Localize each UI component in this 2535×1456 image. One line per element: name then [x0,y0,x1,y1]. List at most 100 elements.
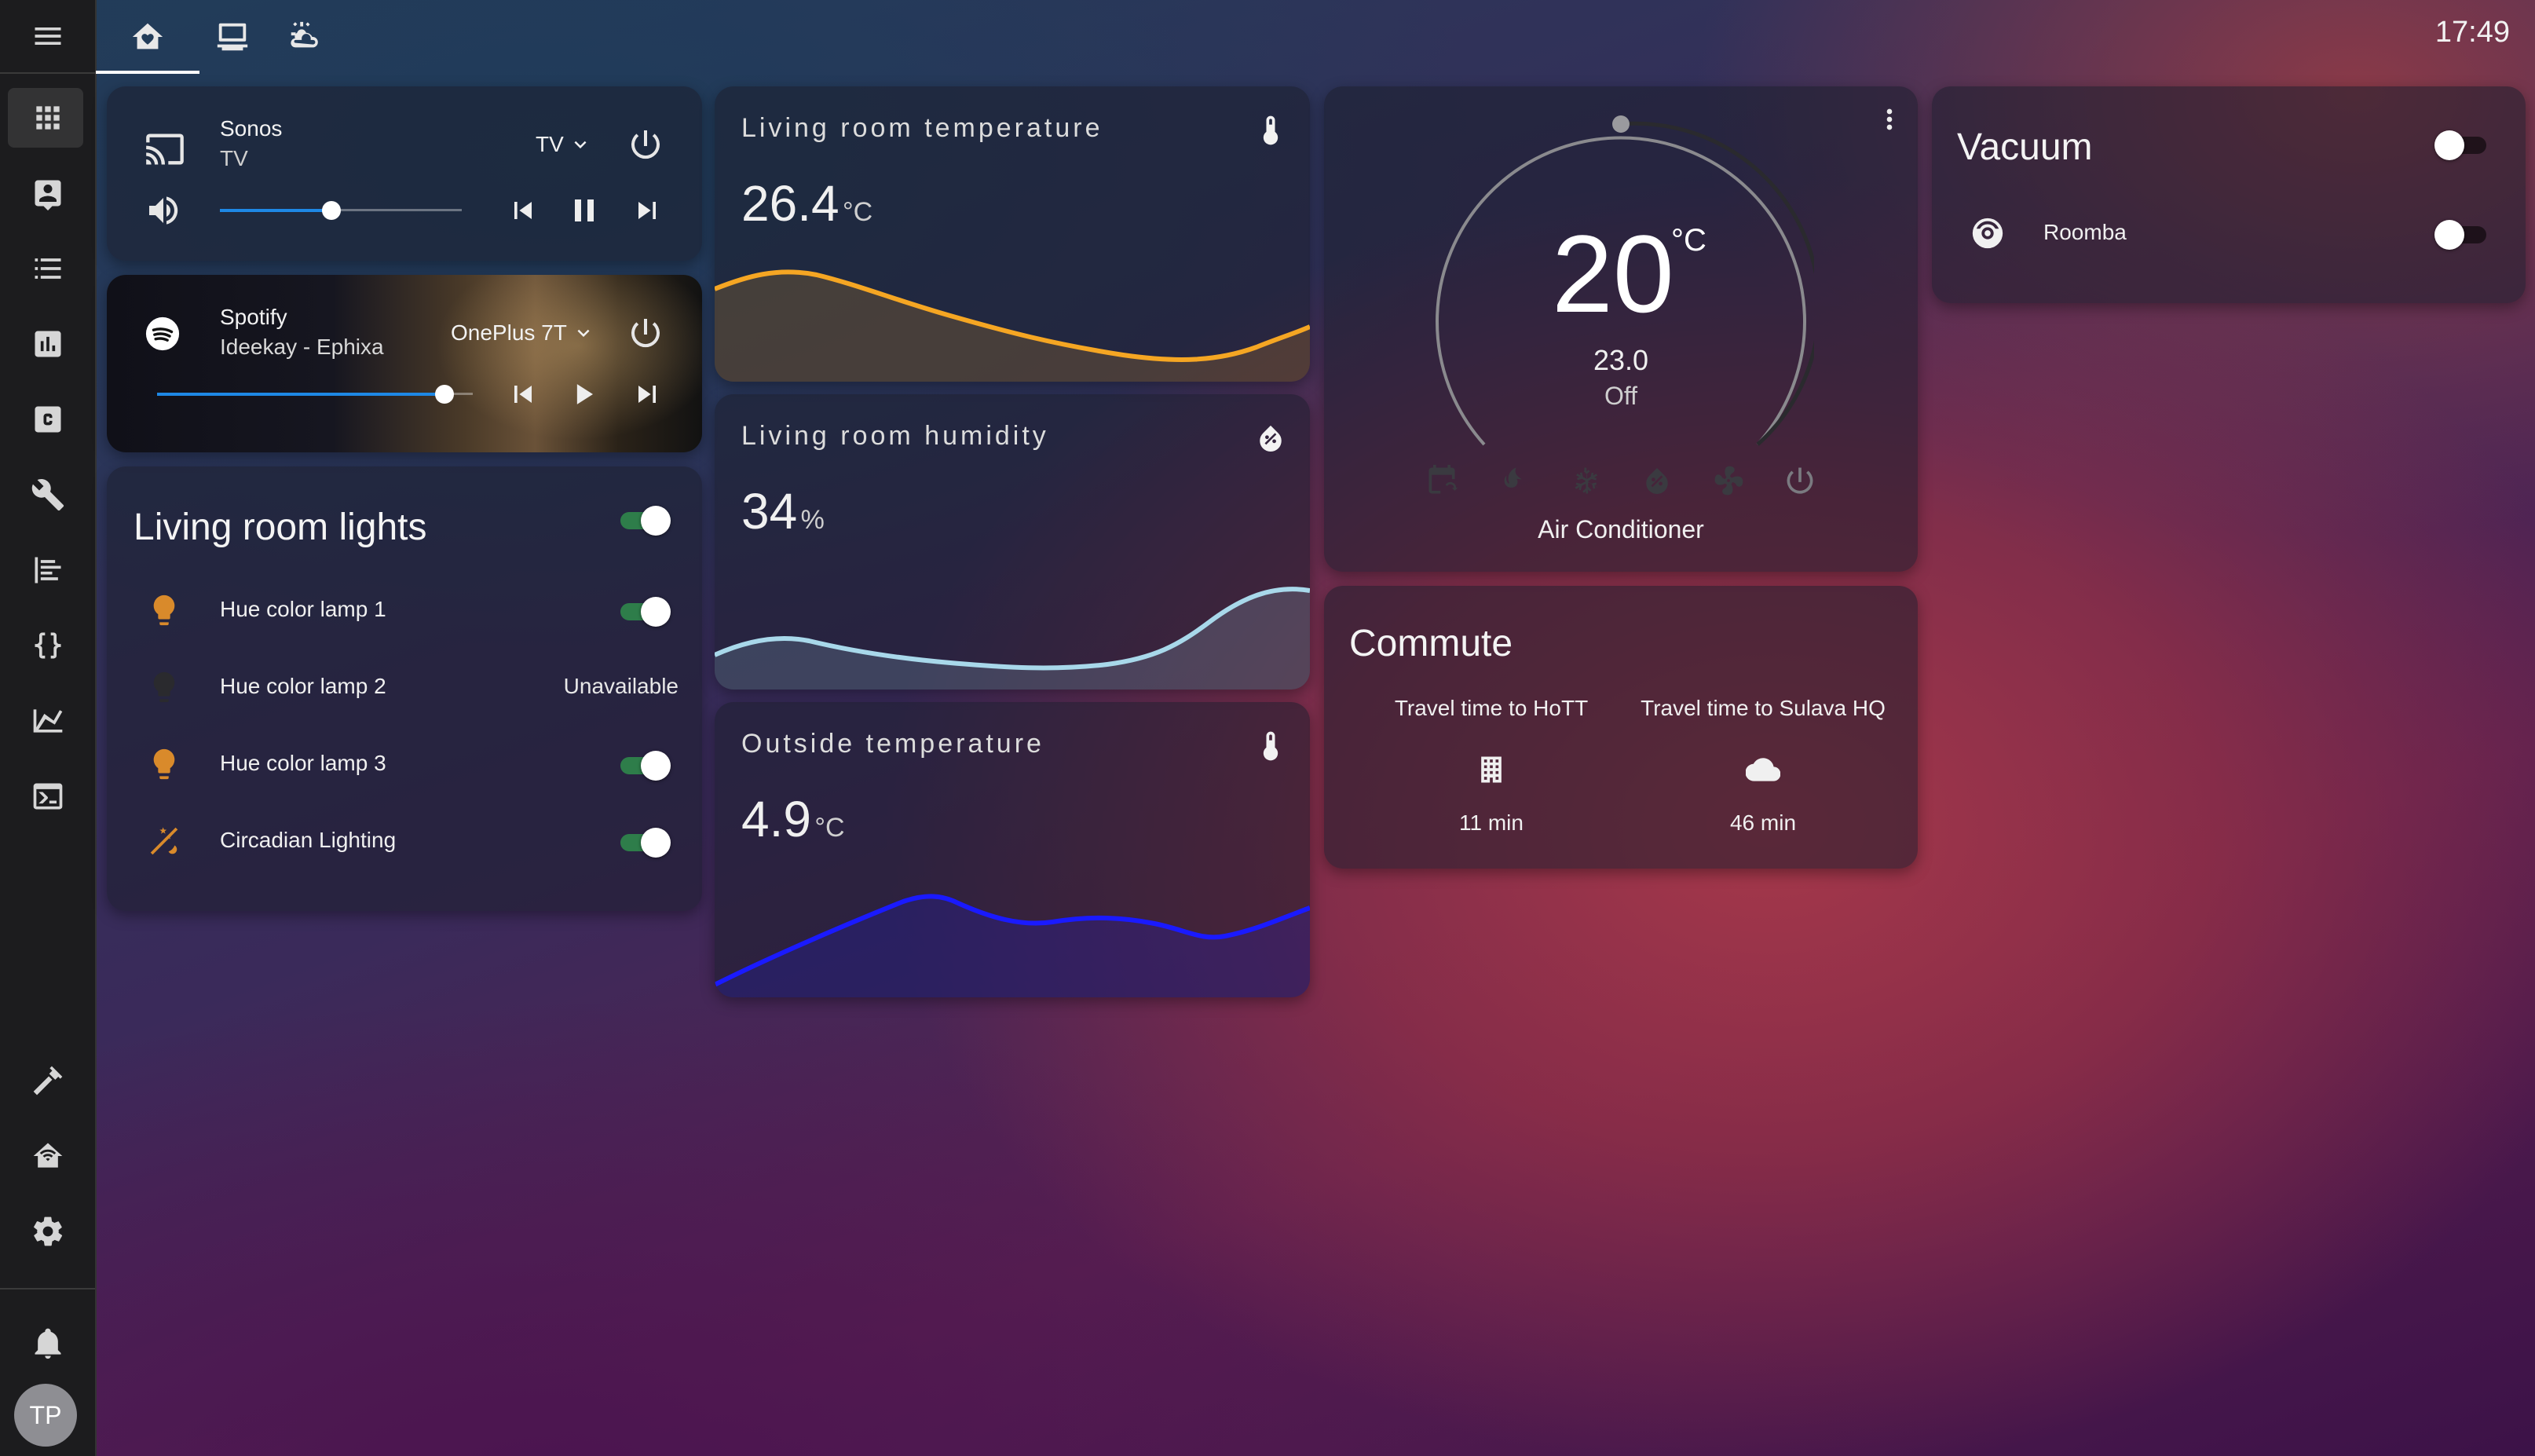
sidebar-divider [0,72,95,74]
pause-button[interactable] [565,192,603,229]
commute-item-sulava[interactable]: Travel time to Sulava HQ 46 min [1627,696,1899,837]
sidebar-item-hacs[interactable] [0,390,95,449]
entity-toggle[interactable] [617,821,674,861]
progress-slider[interactable] [157,385,473,404]
theme-light-dark-icon [146,823,182,859]
previous-track-button[interactable] [506,377,540,412]
commute-value: 11 min [1459,810,1524,835]
target-temperature-unit: °C [1671,223,1706,258]
dashboard-grid-icon [35,106,60,130]
media-title: Ideekay - Ephixa [220,335,384,359]
entity-name[interactable]: Hue color lamp 3 [220,751,386,776]
chevron-down-icon [577,329,590,337]
volume-slider[interactable] [220,201,462,220]
entity-state: Unavailable [563,674,679,698]
sidebar-item-statistics[interactable] [0,691,95,751]
card-title: Living room lights [134,507,427,548]
power-button[interactable] [627,314,664,352]
entity-name[interactable]: Circadian Lighting [220,828,396,853]
sidebar-item-supervisor[interactable] [0,1126,95,1186]
wrench-icon [31,479,64,511]
next-track-button[interactable] [630,377,664,412]
sensor-card-outside-temperature[interactable]: Outside temperature 4.9 °C [715,702,1310,997]
bell-icon [35,1328,60,1359]
sensor-unit: % [800,505,825,535]
power-button[interactable] [627,126,664,163]
sidebar-item-developer[interactable] [0,616,95,675]
target-temperature: 20 [1552,212,1674,335]
play-button[interactable] [567,377,602,412]
pause-icon [575,199,594,221]
next-track-button[interactable] [630,193,664,228]
notifications-button[interactable] [0,1313,95,1373]
sidebar-item-settings[interactable] [0,1202,95,1261]
album-art-background [342,275,702,452]
setpoint-handle[interactable] [1612,115,1630,133]
media-player-name: Spotify [220,305,287,329]
source-select[interactable]: TV [536,132,592,157]
card-title: Vacuum [1957,126,2093,168]
sidebar-item-logbook[interactable] [0,239,95,298]
sensor-value: 4.9 [741,791,811,847]
power-icon[interactable] [1783,463,1817,498]
power-icon [631,319,660,348]
avatar[interactable]: TP [14,1384,77,1447]
gear-icon [33,1216,62,1246]
sidebar-item-map[interactable] [0,163,95,223]
commute-label: Travel time to HoTT [1394,696,1589,720]
source-select[interactable]: OnePlus 7T [451,320,595,346]
menu-button[interactable] [0,11,95,61]
fan-icon[interactable] [1711,463,1746,498]
lightbulb-icon [146,746,182,782]
dots-vertical-icon [1886,108,1893,130]
sidebar-item-tools[interactable] [0,465,95,525]
thermometer-icon [1253,113,1288,148]
office-building-icon [1474,752,1509,787]
skip-next-icon [638,386,656,403]
calendar-sync-icon[interactable] [1425,463,1459,498]
entity-name[interactable]: Hue color lamp 2 [220,674,386,699]
commute-item-hott[interactable]: Travel time to HoTT 11 min [1355,696,1627,837]
sidebar: TP [0,0,97,1456]
sensor-card-living-room-temperature[interactable]: Living room temperature 26.4 °C [715,86,1310,382]
entity-name[interactable]: Hue color lamp 1 [220,597,386,622]
sidebar-item-timeline[interactable] [0,540,95,600]
cloud-icon [1745,752,1781,787]
water-percent-icon [1253,421,1288,455]
source-select-value: TV [536,132,564,156]
media-player-card-sonos: Sonos TV TV [107,86,702,261]
volume-button[interactable] [144,192,182,229]
entity-toggle[interactable] [617,591,674,630]
sensor-unit: °C [814,813,845,843]
more-options-button[interactable] [1874,104,1905,135]
sidebar-item-overview[interactable] [0,88,95,148]
view-tab-weather[interactable] [253,0,357,74]
sidebar-divider [0,1288,95,1290]
water-percent-icon[interactable] [1640,463,1674,498]
sensor-state: 4.9 °C [741,790,845,848]
sensor-name: Living room temperature [741,113,1103,143]
master-toggle[interactable] [2434,124,2491,163]
cast-icon [144,129,185,170]
sparkline-fill [715,896,1310,997]
skip-next-icon [638,202,656,219]
sidebar-item-history[interactable] [0,314,95,374]
previous-track-button[interactable] [506,193,540,228]
home-wifi-icon [33,1143,62,1168]
list-icon [35,258,60,279]
sidebar-item-developer-tools[interactable] [0,1051,95,1110]
hammer-icon [33,1066,62,1096]
entity-toggle[interactable] [617,744,674,784]
entity-name[interactable]: Roomba [2043,220,2127,245]
media-player-card-spotify: Spotify Ideekay - Ephixa OnePlus 7T [107,275,702,452]
sensor-card-living-room-humidity[interactable]: Living room humidity 34 % [715,394,1310,690]
lightbulb-icon [146,592,182,628]
lightbulb-icon [146,669,182,705]
sidebar-item-terminal[interactable] [0,766,95,826]
entity-toggle[interactable] [2434,214,2491,253]
master-toggle[interactable] [617,499,674,539]
fire-icon[interactable] [1496,463,1531,498]
snowflake-icon[interactable] [1567,463,1602,498]
robot-vacuum-icon [1970,215,2006,251]
sparkline-graph [715,587,1310,690]
